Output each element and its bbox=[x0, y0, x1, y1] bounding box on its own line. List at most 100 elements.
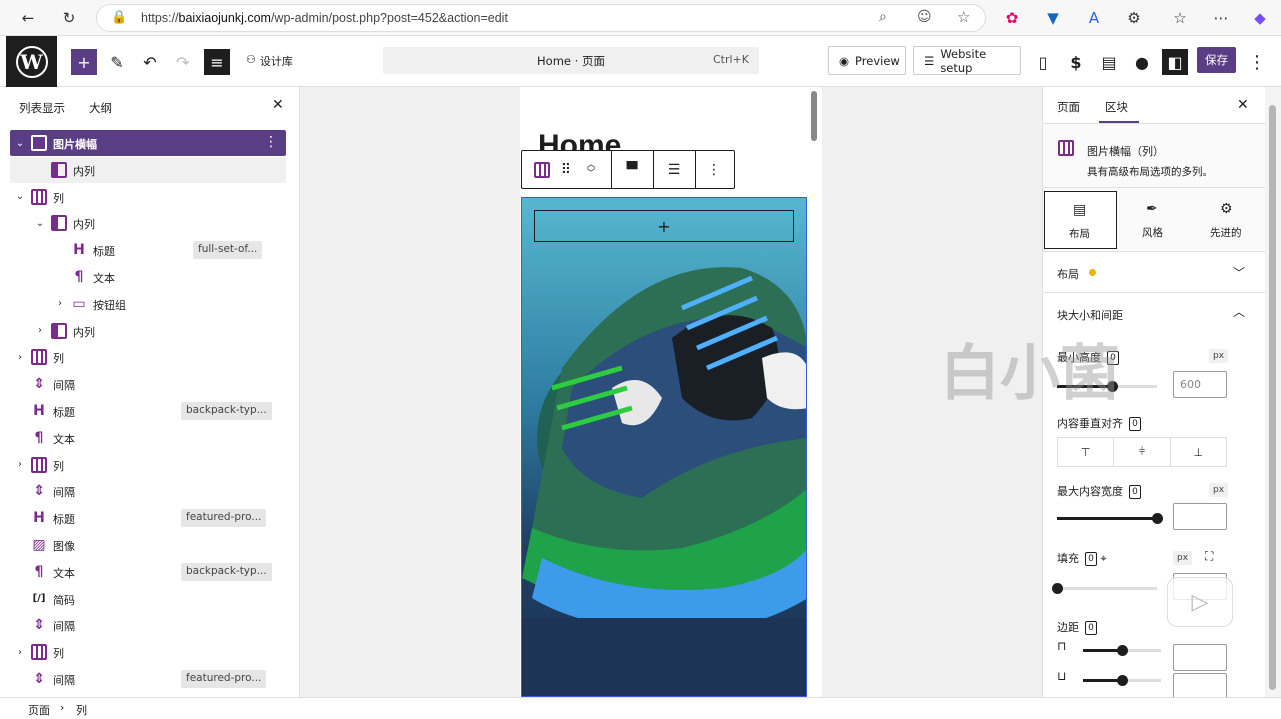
link-sides-icon[interactable]: ⛶ bbox=[1205, 549, 1213, 564]
list-item[interactable]: H 标题 featured-pro... bbox=[10, 505, 286, 531]
undo-icon[interactable]: ↶ bbox=[137, 49, 163, 75]
tab-block[interactable]: 区块 bbox=[1105, 99, 1128, 115]
chevron-right-icon[interactable]: › bbox=[13, 350, 27, 364]
list-item[interactable]: › ▭ 按钮组 bbox=[10, 291, 286, 317]
list-item[interactable]: ¶ 文本 backpack-typ... bbox=[10, 559, 286, 585]
chevron-down-icon: ﹀ bbox=[1233, 266, 1246, 280]
chevron-down-icon[interactable]: ⌄ bbox=[13, 190, 27, 204]
reload-icon[interactable]: ↻ bbox=[57, 6, 81, 30]
list-item[interactable]: ⌄ 列 bbox=[10, 184, 286, 210]
redo-icon[interactable]: ↷ bbox=[170, 49, 196, 75]
margin-top-slider[interactable] bbox=[1083, 645, 1161, 656]
zoom-icon[interactable]: ⌕ bbox=[879, 9, 887, 25]
list-item[interactable]: H 标题 backpack-typ... bbox=[10, 398, 286, 424]
cover-columns-icon[interactable] bbox=[530, 151, 554, 188]
align-middle-icon[interactable]: ⫩ bbox=[1114, 438, 1171, 466]
plugin-s-icon[interactable]: $ bbox=[1063, 49, 1089, 75]
margin-bottom-input[interactable] bbox=[1173, 673, 1227, 697]
list-item[interactable]: ⇕ 间隔 featured-pro... bbox=[10, 666, 286, 692]
chevron-right-icon[interactable]: › bbox=[13, 458, 27, 472]
canvas-scrollbar[interactable] bbox=[811, 91, 817, 141]
list-item[interactable]: › 列 bbox=[10, 452, 286, 478]
list-item[interactable]: H 标题 full-set-of... bbox=[10, 237, 286, 263]
max-width-input[interactable] bbox=[1173, 503, 1227, 530]
padding-slider[interactable] bbox=[1052, 583, 1157, 594]
breadcrumb-page[interactable]: 页面 bbox=[28, 702, 50, 718]
settings-sidebar-icon[interactable]: ◧ bbox=[1162, 49, 1188, 75]
list-item[interactable]: › 列 bbox=[10, 639, 286, 665]
margin-bottom-slider[interactable] bbox=[1083, 675, 1161, 686]
mobile-preview-icon[interactable]: ▯ bbox=[1030, 49, 1056, 75]
chevron-up-icon[interactable]: ︿ bbox=[1233, 303, 1245, 320]
tab-style[interactable]: ✒ 风格 bbox=[1118, 191, 1191, 249]
plugin-circle-icon[interactable]: ● bbox=[1129, 49, 1155, 75]
back-icon[interactable]: ← bbox=[16, 6, 40, 30]
chevron-down-icon[interactable]: ⌄ bbox=[33, 216, 47, 230]
list-item[interactable]: › 列 bbox=[10, 344, 286, 370]
unit-toggle[interactable]: px bbox=[1209, 349, 1229, 363]
unit-toggle[interactable]: px bbox=[1209, 483, 1229, 497]
list-item[interactable]: ⇕ 间隔 bbox=[10, 371, 286, 397]
unit-toggle[interactable]: px bbox=[1173, 551, 1193, 565]
list-item[interactable]: ⌄ 图片横幅 ⋮ bbox=[10, 130, 286, 156]
chevron-right-icon[interactable]: › bbox=[53, 297, 67, 311]
extension-flower-icon[interactable]: ✿ bbox=[1000, 6, 1024, 30]
document-icon[interactable]: ▤ bbox=[1096, 49, 1122, 75]
extension-v-icon[interactable]: ▼ bbox=[1041, 6, 1065, 30]
tab-layout[interactable]: ▤ 布局 bbox=[1044, 191, 1117, 249]
min-height-input[interactable]: 600 bbox=[1173, 371, 1227, 398]
save-button[interactable]: 保存 bbox=[1197, 47, 1236, 73]
list-item[interactable]: ⇕ 间隔 bbox=[10, 478, 286, 504]
edit-pen-icon[interactable]: ✎ bbox=[104, 49, 130, 75]
options-icon[interactable]: ⋮ bbox=[1244, 49, 1270, 75]
breadcrumb-column[interactable]: 列 bbox=[76, 702, 87, 718]
patterns-button[interactable]: ⚇ 设计库 bbox=[246, 53, 293, 69]
copilot-icon[interactable]: ◆ bbox=[1248, 6, 1272, 30]
section-title[interactable]: 块大小和间距 bbox=[1057, 307, 1123, 323]
close-icon[interactable]: ✕ bbox=[272, 97, 284, 113]
chevron-right-icon[interactable]: › bbox=[33, 324, 47, 338]
extensions-puzzle-icon[interactable]: ⚙ bbox=[1122, 6, 1146, 30]
list-item[interactable]: ¶ 文本 bbox=[10, 264, 286, 290]
justify-left-icon[interactable]: ☰ bbox=[662, 151, 686, 188]
reading-icon[interactable]: ☺ bbox=[917, 9, 932, 25]
align-icon[interactable]: ▀ bbox=[620, 151, 644, 188]
wordpress-logo-icon[interactable]: W bbox=[6, 36, 57, 87]
list-item[interactable]: 内列 bbox=[10, 156, 286, 183]
close-icon[interactable]: ✕ bbox=[1237, 97, 1249, 113]
command-palette[interactable]: Home · 页面 Ctrl+K bbox=[383, 47, 759, 74]
address-bar[interactable]: 🔒 https://baixiaojunkj.com/wp-admin/post… bbox=[96, 4, 986, 32]
add-block-button[interactable]: + bbox=[534, 210, 794, 242]
list-item[interactable]: ⌄ 内列 bbox=[10, 210, 286, 236]
panel-scrollbar[interactable] bbox=[1265, 87, 1281, 697]
list-item[interactable]: › 内列 bbox=[10, 318, 286, 344]
max-width-slider[interactable] bbox=[1057, 513, 1163, 524]
cover-block[interactable]: + bbox=[521, 197, 807, 697]
list-item[interactable]: ▨ 图像 bbox=[10, 532, 286, 558]
favorite-star-icon[interactable]: ☆ bbox=[957, 8, 970, 26]
tab-outline[interactable]: 大纲 bbox=[89, 100, 112, 116]
list-item[interactable]: [/] 简码 bbox=[10, 586, 286, 612]
move-up-down-icon[interactable]: ︿ ﹀ bbox=[580, 151, 602, 188]
translate-icon[interactable]: A bbox=[1082, 6, 1106, 30]
tab-page[interactable]: 页面 bbox=[1057, 99, 1080, 115]
list-item[interactable]: ⇕ 间隔 bbox=[10, 612, 286, 638]
add-block-icon[interactable]: + bbox=[71, 49, 97, 75]
margin-top-input[interactable] bbox=[1173, 644, 1227, 671]
align-top-icon[interactable]: ⊤ bbox=[1058, 438, 1115, 466]
block-options-icon[interactable]: ⋮ bbox=[702, 151, 726, 188]
more-icon[interactable]: ⋯ bbox=[1209, 6, 1233, 30]
align-bottom-icon[interactable]: ⊥ bbox=[1171, 438, 1226, 466]
options-icon[interactable]: ⋮ bbox=[264, 134, 278, 150]
tab-list-view[interactable]: 列表显示 bbox=[19, 100, 65, 116]
layout-section-header[interactable]: 布局 ﹀ bbox=[1043, 251, 1265, 292]
tab-advanced[interactable]: ⚙ 先进的 bbox=[1192, 191, 1265, 249]
chevron-right-icon[interactable]: › bbox=[13, 645, 27, 659]
drag-handle-icon[interactable]: ⠿ bbox=[556, 151, 576, 188]
favorites-icon[interactable]: ☆ bbox=[1168, 6, 1192, 30]
document-overview-icon[interactable]: ≡ bbox=[204, 49, 230, 75]
preview-button[interactable]: ◉ Preview bbox=[828, 46, 906, 75]
chevron-down-icon[interactable]: ⌄ bbox=[13, 136, 27, 150]
list-item[interactable]: ¶ 文本 bbox=[10, 425, 286, 451]
website-setup-button[interactable]: ☰ Website setup bbox=[913, 46, 1021, 75]
